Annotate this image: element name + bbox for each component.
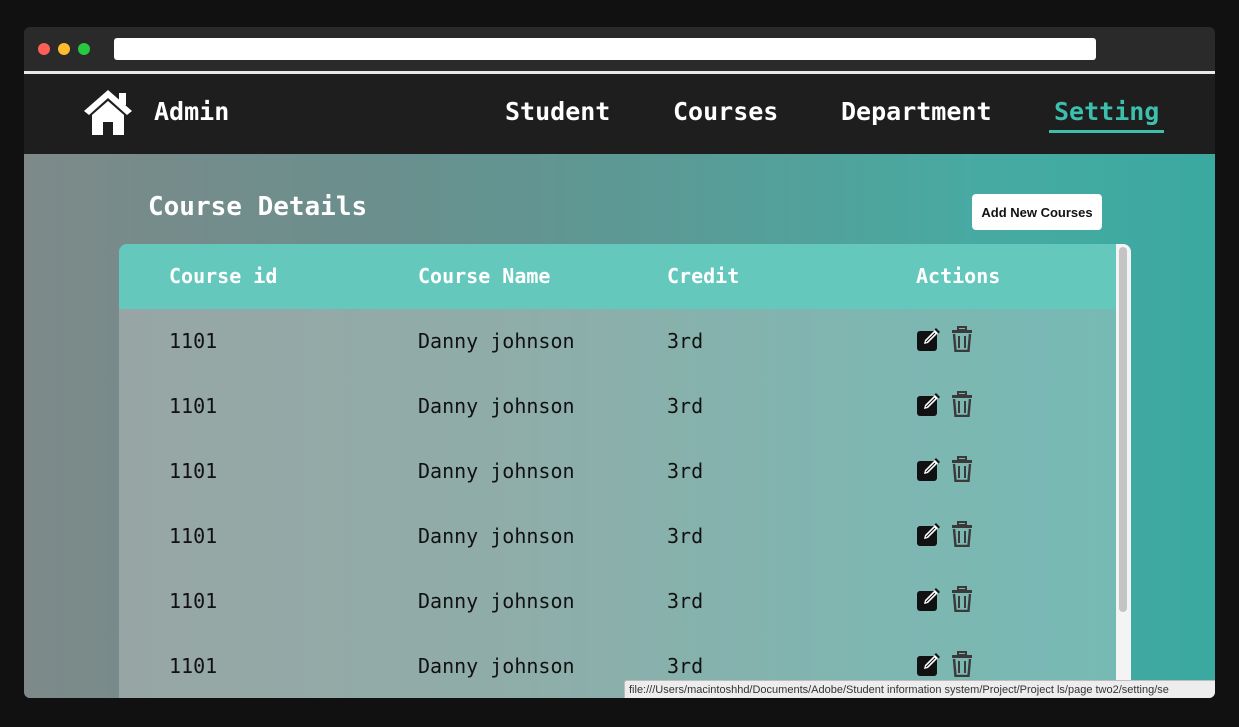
cell-course-id: 1101: [169, 524, 218, 548]
table-row: 1101 Danny johnson 3rd: [119, 569, 1119, 634]
cell-credit: 3rd: [667, 654, 704, 678]
brand-title[interactable]: Admin: [154, 96, 229, 128]
nav-item-courses[interactable]: Courses: [673, 96, 778, 128]
minimize-window-button[interactable]: [58, 43, 70, 55]
cell-credit: 3rd: [667, 524, 704, 548]
trash-icon[interactable]: [951, 521, 973, 547]
table-header-row: Course id Course Name Credit Actions: [119, 244, 1131, 309]
top-navbar: Admin Student Courses Department Setting: [24, 74, 1215, 154]
cell-course-id: 1101: [169, 654, 218, 678]
nav-item-setting[interactable]: Setting: [1049, 96, 1165, 133]
nav-item-department[interactable]: Department: [841, 96, 992, 128]
cell-course-name: Danny johnson: [418, 394, 575, 418]
cell-course-name: Danny johnson: [418, 459, 575, 483]
cell-course-id: 1101: [169, 394, 218, 418]
table-row: 1101 Danny johnson 3rd: [119, 439, 1119, 504]
cell-course-name: Danny johnson: [418, 589, 575, 613]
column-header-course-name: Course Name: [418, 264, 551, 288]
table-row: 1101 Danny johnson 3rd: [119, 374, 1119, 439]
courses-table: Course id Course Name Credit Actions 110…: [119, 244, 1131, 698]
trash-icon[interactable]: [951, 391, 973, 417]
trash-icon[interactable]: [951, 326, 973, 352]
trash-icon[interactable]: [951, 651, 973, 677]
page-title: Course Details: [148, 192, 368, 222]
cell-credit: 3rd: [667, 589, 704, 613]
cell-course-id: 1101: [169, 589, 218, 613]
cell-credit: 3rd: [667, 394, 704, 418]
cell-course-id: 1101: [169, 459, 218, 483]
cell-credit: 3rd: [667, 329, 704, 353]
status-bar-url: file:///Users/macintoshhd/Documents/Adob…: [624, 680, 1215, 698]
browser-window: Admin Student Courses Department Setting…: [24, 27, 1215, 698]
trash-icon[interactable]: [951, 456, 973, 482]
add-new-courses-button[interactable]: Add New Courses: [972, 194, 1102, 230]
home-icon[interactable]: [82, 87, 134, 137]
column-header-course-id: Course id: [169, 264, 278, 288]
cell-course-name: Danny johnson: [418, 524, 575, 548]
edit-icon[interactable]: [916, 326, 942, 352]
column-header-actions: Actions: [916, 264, 1001, 288]
maximize-window-button[interactable]: [78, 43, 90, 55]
cell-credit: 3rd: [667, 459, 704, 483]
edit-icon[interactable]: [916, 456, 942, 482]
table-row: 1101 Danny johnson 3rd: [119, 504, 1119, 569]
edit-icon[interactable]: [916, 521, 942, 547]
table-row: 1101 Danny johnson 3rd: [119, 309, 1119, 374]
cell-course-name: Danny johnson: [418, 654, 575, 678]
address-bar[interactable]: [114, 38, 1096, 60]
edit-icon[interactable]: [916, 586, 942, 612]
scrollbar-thumb[interactable]: [1119, 247, 1127, 612]
edit-icon[interactable]: [916, 651, 942, 677]
cell-course-name: Danny johnson: [418, 329, 575, 353]
cell-course-id: 1101: [169, 329, 218, 353]
nav-item-student[interactable]: Student: [505, 96, 610, 128]
table-scrollbar[interactable]: [1116, 244, 1131, 698]
column-header-credit: Credit: [667, 264, 740, 288]
browser-titlebar: [24, 27, 1215, 74]
close-window-button[interactable]: [38, 43, 50, 55]
trash-icon[interactable]: [951, 586, 973, 612]
main-content: Course Details Add New Courses Course id…: [24, 154, 1215, 698]
edit-icon[interactable]: [916, 391, 942, 417]
